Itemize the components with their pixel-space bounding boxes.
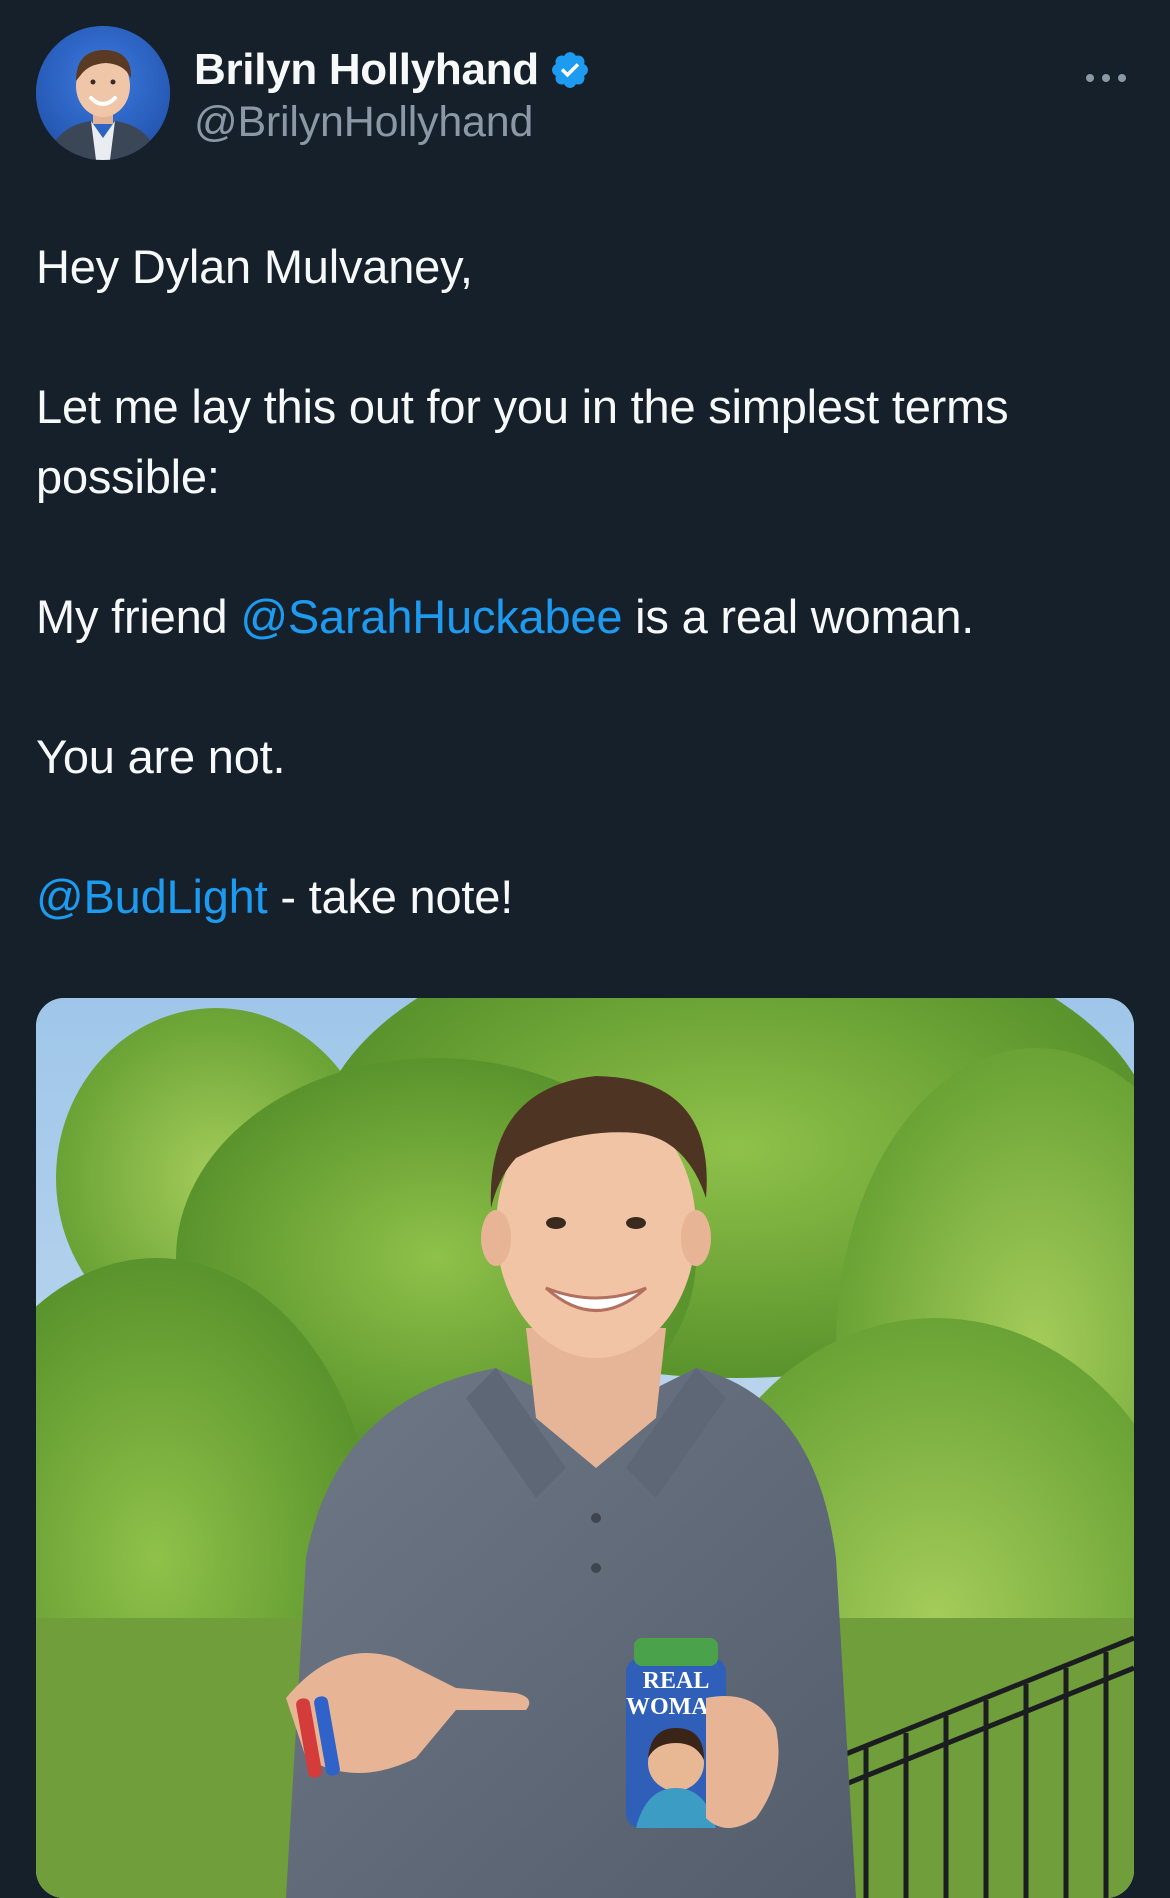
author-names: Brilyn Hollyhand @BrilynHollyhand (194, 42, 591, 147)
more-horizontal-icon[interactable] (1082, 68, 1130, 88)
koozie-text-real: REAL (643, 1668, 710, 1694)
handle[interactable]: @BrilynHollyhand (194, 98, 591, 147)
tweet-line-3-suffix: is a real woman. (622, 590, 975, 643)
tweet-header: Brilyn Hollyhand @BrilynHollyhand (36, 26, 1134, 162)
tweet-line-2: Let me lay this out for you in the simpl… (36, 380, 1009, 503)
avatar-photo (36, 26, 170, 160)
display-name-row: Brilyn Hollyhand (194, 42, 591, 98)
tweet-text: Hey Dylan Mulvaney, Let me lay this out … (36, 232, 1136, 1002)
tweet-line-5: @BudLight - take note! (36, 862, 1136, 932)
tweet-card: Brilyn Hollyhand @BrilynHollyhand Hey Dy… (0, 0, 1170, 1898)
display-name[interactable]: Brilyn Hollyhand (194, 45, 539, 95)
mention-budlight[interactable]: @BudLight (36, 870, 268, 923)
tweet-line-3: My friend @SarahHuckabee is a real woman… (36, 582, 1136, 652)
tweet-line-5-suffix: - take note! (267, 870, 514, 923)
verified-badge-icon (551, 52, 588, 88)
mention-sarahhuckabee[interactable]: @SarahHuckabee (240, 590, 622, 643)
tweet-line-greeting: Hey Dylan Mulvaney, (36, 240, 473, 293)
tweet-line-3-prefix: My friend (36, 590, 241, 643)
tweet-line-4: You are not. (36, 730, 286, 783)
avatar[interactable] (36, 26, 170, 160)
tweet-photo[interactable]: REAL WOMAN (36, 998, 1134, 1898)
photo-illustration: REAL WOMAN (36, 998, 1134, 1898)
